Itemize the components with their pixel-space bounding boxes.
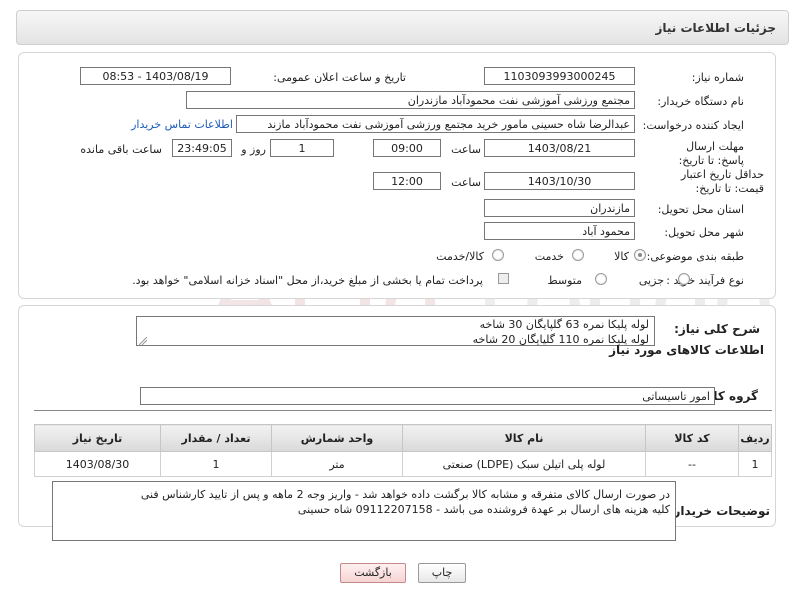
cell-need-date: 1403/08/30 (34, 451, 161, 477)
buyer-notes-textarea: در صورت ارسال کالای متفرقه و مشابه کالا … (52, 481, 676, 541)
reply-deadline-label: مهلت ارسال پاسخ: تا تاریخ: (678, 140, 744, 167)
cell-quantity: 1 (160, 451, 272, 477)
resize-handle-icon[interactable] (139, 337, 147, 345)
province-label: استان محل تحویل: (657, 203, 744, 216)
price-validity-time-field: 12:00 (373, 172, 441, 190)
creator-label: ایجاد کننده درخواست: (642, 119, 744, 132)
need-number-field: 1103093993000245 (484, 67, 635, 85)
reply-date-field: 1403/08/21 (484, 139, 635, 157)
remaining-days-field: 1 (270, 139, 334, 157)
remaining-label: ساعت باقی مانده (80, 143, 162, 156)
city-field: محمود آباد (484, 222, 635, 240)
announce-date-field: 1403/08/19 - 08:53 (80, 67, 231, 85)
category-option-goods: کالا (614, 250, 629, 263)
category-radio-service[interactable] (572, 249, 584, 261)
buyer-contact-link[interactable]: اطلاعات تماس خریدار (131, 118, 233, 131)
col-item-code: کد کالا (645, 424, 739, 452)
summary-label: شرح کلی نیاز: (674, 322, 760, 336)
cell-item-name: لوله پلی اتیلن سبک (LDPE) صنعتی (402, 451, 646, 477)
category-radio-goods[interactable] (634, 249, 646, 261)
summary-line-2: لوله پلیکا نمره 110 گلپایگان 20 شاخه (472, 333, 649, 346)
col-item-name: نام کالا (402, 424, 646, 452)
col-row-number: ردیف (738, 424, 772, 452)
category-label: طبقه بندی موضوعی: (646, 250, 744, 263)
buyer-notes-line-2: کلیه هزینه های ارسال بر عهدة فروشنده می … (297, 503, 670, 516)
back-button[interactable]: بازگشت (340, 563, 406, 583)
col-quantity: تعداد / مقدار (160, 424, 272, 452)
buyer-org-field: مجتمع ورزشی آموزشی نفت محمودآباد مازندرا… (186, 91, 635, 109)
items-heading: اطلاعات کالاهای مورد نیاز (609, 343, 764, 357)
buyer-org-label: نام دستگاه خریدار: (657, 95, 744, 108)
buyer-notes-line-1: در صورت ارسال کالای متفرقه و مشابه کالا … (140, 488, 670, 501)
cell-item-code: -- (645, 451, 739, 477)
category-option-goods-service: کالا/خدمت (436, 250, 484, 263)
city-label: شهر محل تحویل: (664, 226, 744, 239)
cell-unit: متر (271, 451, 403, 477)
price-validity-label: حداقل تاریخ اعتبار قیمت: تا تاریخ: (680, 168, 764, 195)
col-unit: واحد شمارش (271, 424, 403, 452)
remaining-time-field: 23:49:05 (172, 139, 232, 157)
goods-group-field: امور تاسیساتی (140, 387, 715, 405)
price-validity-date-field: 1403/10/30 (484, 172, 635, 190)
creator-field: عبدالرضا شاه حسینی مامور خرید مجتمع ورزش… (236, 115, 635, 133)
section-divider (34, 410, 772, 411)
table-row: 1 -- لوله پلی اتیلن سبک (LDPE) صنعتی متر… (34, 451, 772, 477)
summary-line-1: لوله پلیکا نمره 63 گلپایگان 30 شاخه (479, 318, 649, 331)
process-radio-medium[interactable] (595, 273, 607, 285)
announce-date-label: تاریخ و ساعت اعلان عمومی: (273, 71, 406, 84)
treasury-payment-note: پرداخت تمام یا بخشی از مبلغ خرید،از محل … (132, 274, 483, 287)
reply-time-label: ساعت (451, 143, 481, 156)
col-need-date: تاریخ نیاز (34, 424, 161, 452)
items-table: ردیف کد کالا نام کالا واحد شمارش تعداد /… (34, 424, 772, 477)
print-button[interactable]: چاپ (418, 563, 466, 583)
reply-time-field: 09:00 (373, 139, 441, 157)
process-option-medium: متوسط (547, 274, 582, 287)
page-header: جزئیات اطلاعات نیاز (16, 10, 789, 45)
process-radio-minor[interactable] (678, 273, 690, 285)
days-label: روز و (241, 143, 266, 156)
province-field: مازندران (484, 199, 635, 217)
summary-textarea: لوله پلیکا نمره 63 گلپایگان 30 شاخه لوله… (136, 316, 655, 346)
need-number-label: شماره نیاز: (691, 71, 744, 84)
category-radio-goods-service[interactable] (492, 249, 504, 261)
treasury-payment-checkbox[interactable] (498, 273, 509, 284)
buyer-notes-label: توضیحات خریدار: (668, 504, 770, 518)
process-option-minor: جزیی (638, 274, 664, 287)
category-option-service: خدمت (534, 250, 564, 263)
page-title: جزئیات اطلاعات نیاز (655, 21, 776, 35)
table-header-row: ردیف کد کالا نام کالا واحد شمارش تعداد /… (34, 424, 772, 452)
price-validity-time-label: ساعت (451, 176, 481, 189)
cell-row-number: 1 (738, 451, 772, 477)
